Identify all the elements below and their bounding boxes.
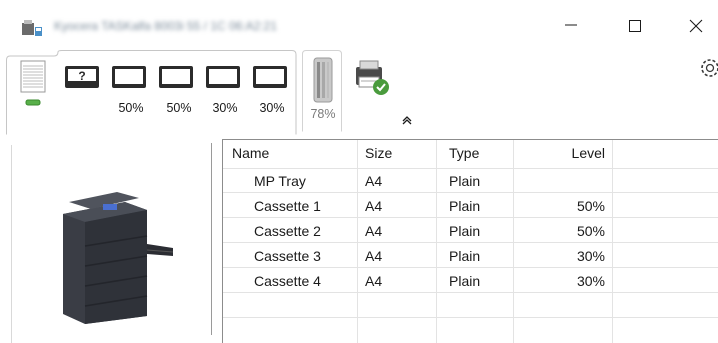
- tray-1-level: 50%: [118, 101, 144, 115]
- row-size: A4: [365, 173, 383, 189]
- row-type: Plain: [449, 248, 481, 264]
- row-level: [545, 171, 605, 191]
- row-level: 30%: [576, 248, 605, 264]
- printer-device-image: [63, 192, 174, 324]
- row-type: Plain: [449, 198, 481, 214]
- unknown-tray-icon: ?: [65, 66, 99, 88]
- tray-icon: [112, 66, 146, 88]
- row-type: Plain: [449, 223, 481, 239]
- window-title: Kyocera TASKalfa 8003i 55 / 1C 06:A2:21: [54, 19, 278, 33]
- column-header-size[interactable]: Size: [365, 143, 392, 163]
- row-name: Cassette 3: [254, 248, 321, 264]
- left-panel-border: [11, 145, 12, 343]
- row-name: Cassette 4: [254, 273, 321, 289]
- svg-text:?: ?: [78, 69, 85, 83]
- tray-icon: [253, 66, 287, 88]
- row-level: 50%: [576, 198, 605, 214]
- toner-level: 78%: [310, 107, 336, 121]
- tray-4-level: 30%: [259, 101, 285, 115]
- row-level: 50%: [576, 223, 605, 239]
- row-level: 30%: [576, 273, 605, 289]
- paper-stack-icon: [20, 60, 46, 106]
- gear-icon[interactable]: [697, 55, 718, 81]
- title-bar[interactable]: Kyocera TASKalfa 8003i 55 / 1C 06:A2:21: [0, 0, 718, 44]
- maximize-icon: [629, 20, 641, 32]
- row-name: Cassette 2: [254, 223, 321, 239]
- tray-3-level: 30%: [212, 101, 238, 115]
- toner-icon: [313, 57, 333, 103]
- collapse-up-icon[interactable]: [400, 113, 414, 125]
- close-button[interactable]: [672, 10, 718, 40]
- row-size: A4: [365, 223, 383, 239]
- row-name: MP Tray: [254, 173, 306, 189]
- printer-ready-icon: [356, 60, 389, 95]
- row-type: Plain: [449, 273, 481, 289]
- tray-2-level: 50%: [166, 101, 192, 115]
- column-header-level[interactable]: Level: [545, 143, 605, 163]
- row-type: Plain: [449, 173, 481, 189]
- row-name: Cassette 1: [254, 198, 321, 214]
- close-icon: [689, 19, 703, 33]
- minimize-button[interactable]: [551, 10, 597, 40]
- row-size: A4: [365, 273, 383, 289]
- tray-icon: [159, 66, 193, 88]
- column-header-type[interactable]: Type: [449, 143, 479, 163]
- column-header-name[interactable]: Name: [232, 143, 269, 163]
- maximize-button[interactable]: [611, 10, 657, 40]
- paper-table: Name Size Type Level MP Tray A4 Plain Ca…: [222, 139, 718, 343]
- app-printer-icon: [22, 20, 42, 36]
- panel-divider[interactable]: [211, 143, 212, 335]
- row-size: A4: [365, 198, 383, 214]
- minimize-icon: [565, 24, 577, 26]
- row-size: A4: [365, 248, 383, 264]
- tray-icon: [206, 66, 240, 88]
